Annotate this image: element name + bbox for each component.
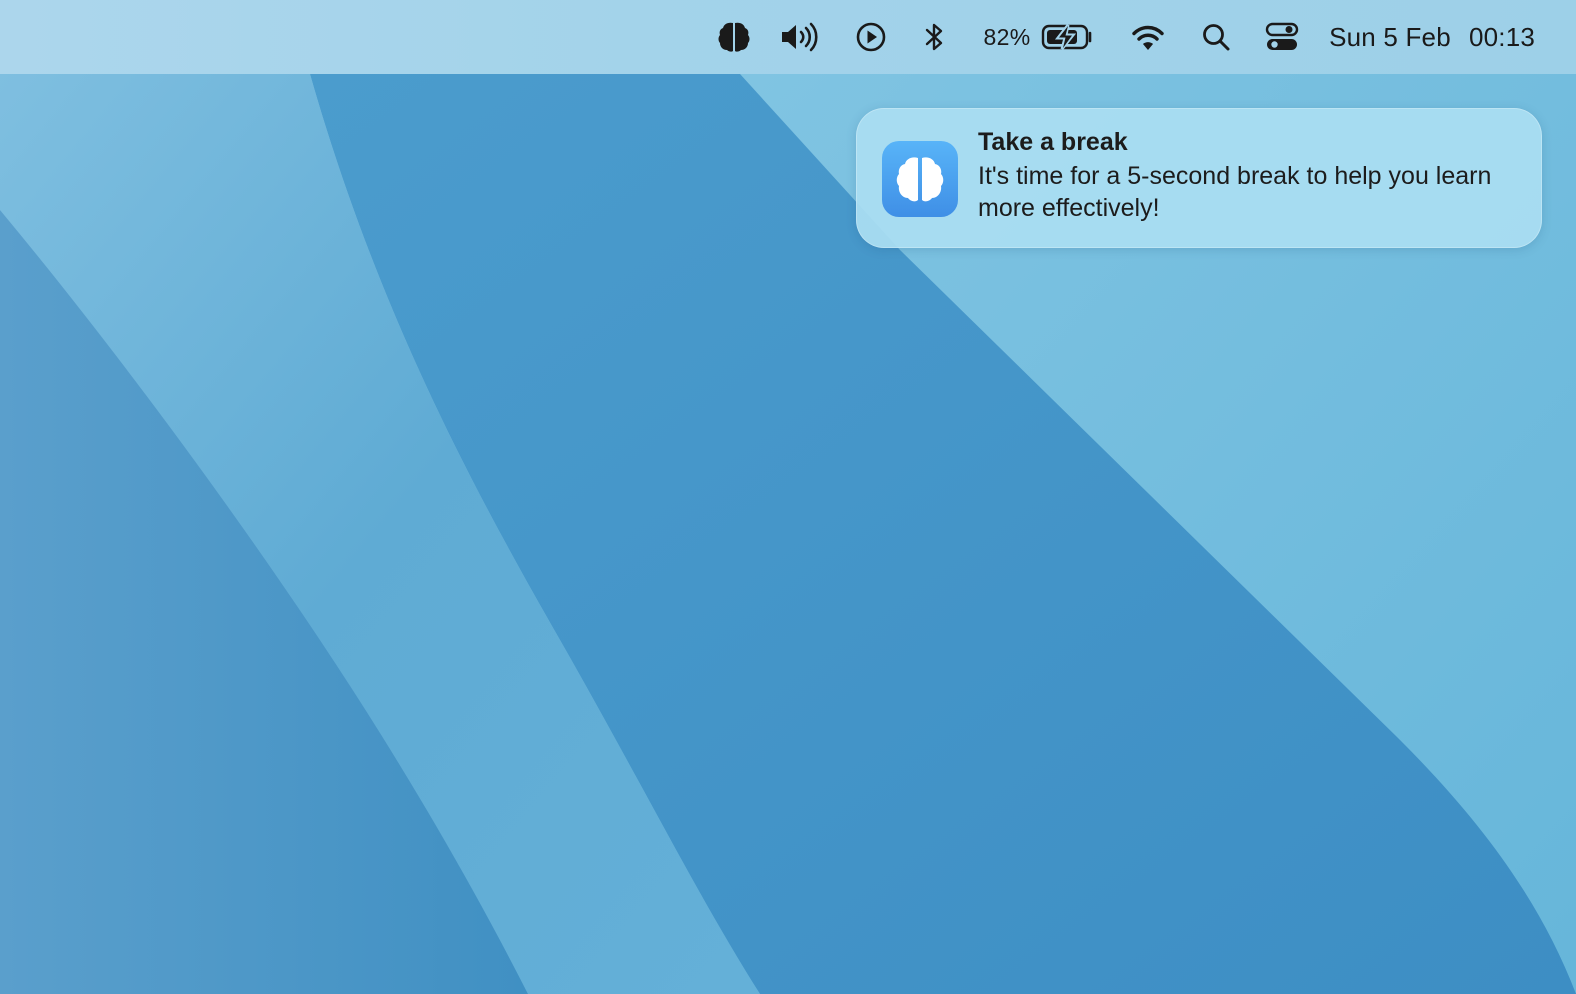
notification-body: It's time for a 5-second break to help y… xyxy=(978,162,1492,222)
menubar-time[interactable]: 00:13 xyxy=(1462,0,1542,74)
battery-percent[interactable]: 82% xyxy=(980,0,1034,74)
desktop: 82% Sun 5 Feb 00:13 Take a break It's ti… xyxy=(0,0,1576,994)
brain-app-glyph xyxy=(896,157,944,202)
notification-title: Take a break xyxy=(978,128,1128,156)
battery-charging-glyph xyxy=(1041,24,1092,50)
notification-banner[interactable]: Take a break It's time for a 5-second br… xyxy=(856,108,1542,248)
wifi-icon[interactable] xyxy=(1126,0,1170,74)
control-center-glyph xyxy=(1265,22,1299,50)
time-label: 00:13 xyxy=(1468,21,1536,52)
brain-icon-glyph xyxy=(718,22,750,52)
bluetooth-icon[interactable] xyxy=(920,0,950,74)
brain-icon[interactable] xyxy=(712,0,756,74)
search-glyph xyxy=(1203,24,1230,51)
battery-percent-label: 82% xyxy=(983,23,1031,50)
battery-charging-icon[interactable] xyxy=(1040,0,1096,74)
control-center-icon[interactable] xyxy=(1264,0,1300,74)
play-circle-icon[interactable] xyxy=(852,0,890,74)
brain-icon xyxy=(882,141,958,217)
menubar-date[interactable]: Sun 5 Feb xyxy=(1326,0,1454,74)
play-circle-glyph xyxy=(856,22,886,52)
speaker-volume-icon[interactable] xyxy=(778,0,824,74)
speaker-volume-glyph xyxy=(782,22,818,52)
menu-bar: 82% Sun 5 Feb 00:13 xyxy=(0,0,1576,74)
search-icon[interactable] xyxy=(1198,0,1234,74)
bluetooth-glyph xyxy=(925,23,943,51)
wifi-glyph xyxy=(1132,25,1164,50)
date-label: Sun 5 Feb xyxy=(1329,21,1451,52)
